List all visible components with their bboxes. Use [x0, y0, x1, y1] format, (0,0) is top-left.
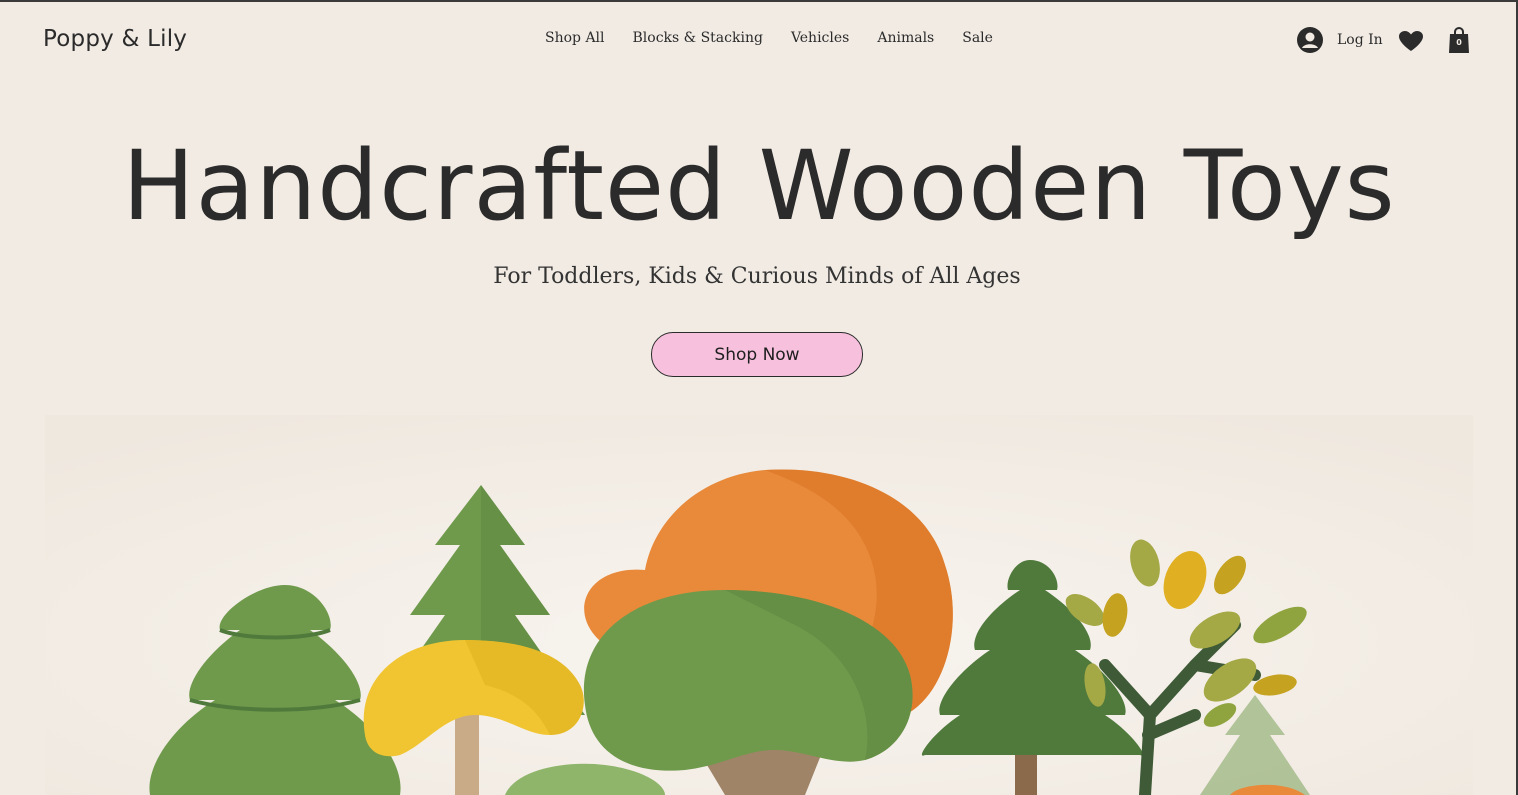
cart-count-badge: 0 [1456, 38, 1462, 47]
heart-icon [1399, 31, 1423, 51]
account-icon [1297, 27, 1323, 53]
hero-image-wooden-trees [45, 415, 1473, 795]
nav-vehicles[interactable]: Vehicles [791, 30, 849, 46]
hero-title: Handcrafted Wooden Toys [122, 130, 1396, 242]
site-logo[interactable]: Poppy & Lily [43, 26, 187, 52]
nav-animals[interactable]: Animals [877, 30, 934, 46]
wooden-trees-illustration [45, 415, 1473, 795]
hero-subtitle: For Toddlers, Kids & Curious Minds of Al… [493, 264, 1021, 289]
login-button[interactable]: Log In [1297, 27, 1383, 53]
login-label: Log In [1337, 32, 1383, 48]
shop-now-button[interactable]: Shop Now [651, 332, 863, 377]
nav-sale[interactable]: Sale [962, 30, 993, 46]
main-nav: Shop All Blocks & Stacking Vehicles Anim… [545, 30, 1021, 46]
nav-shop-all[interactable]: Shop All [545, 30, 605, 46]
site-header: Poppy & Lily Shop All Blocks & Stacking … [0, 0, 1518, 82]
cart-button[interactable]: 0 [1448, 26, 1470, 59]
wishlist-button[interactable] [1398, 30, 1424, 57]
nav-blocks-stacking[interactable]: Blocks & Stacking [633, 30, 763, 46]
